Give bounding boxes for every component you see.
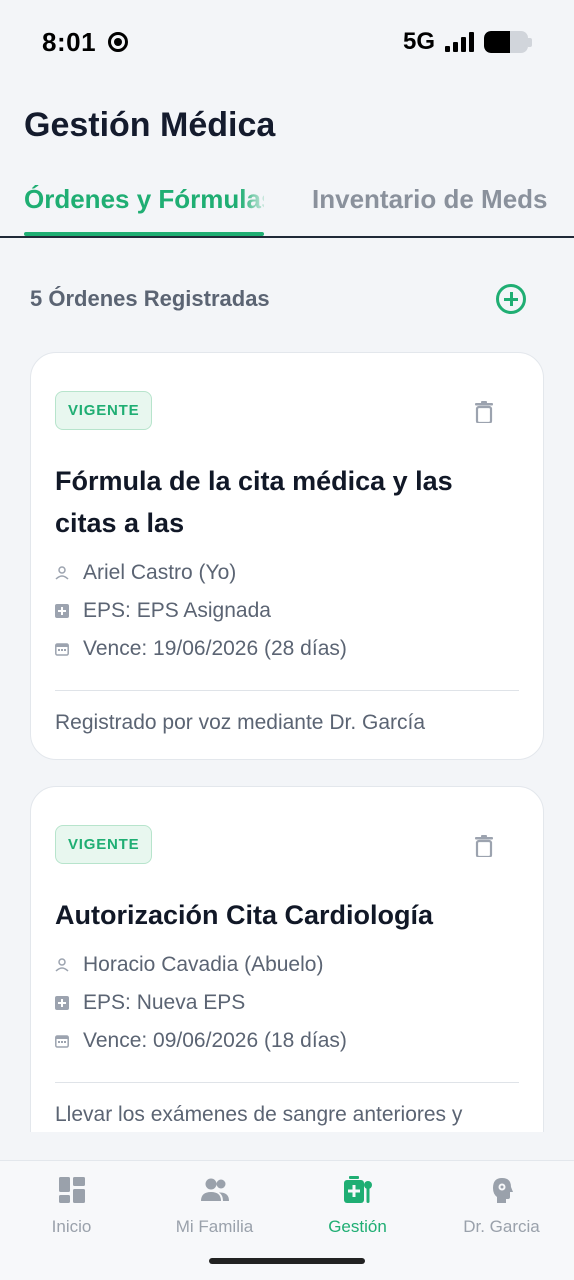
expiry-date: Vence: 09/06/2026 (18 días): [83, 1029, 347, 1052]
family-icon: [200, 1178, 229, 1201]
patient-row: Ariel Castro (Yo): [55, 554, 519, 592]
eps-name: EPS: EPS Asignada: [83, 599, 271, 622]
network-type: 5G: [402, 28, 435, 55]
tab-bar: Órdenes y Fórmulas Inventario de Meds: [0, 170, 574, 238]
order-meta: Horacio Cavadia (Abuelo) EPS: Nueva EPS …: [55, 946, 519, 1060]
add-order-button[interactable]: [496, 284, 526, 314]
home-indicator[interactable]: [209, 1258, 365, 1264]
eps-name: EPS: Nueva EPS: [83, 991, 246, 1014]
status-time: 8:01: [42, 26, 97, 57]
signal-icon: [445, 32, 474, 52]
status-badge: VIGENTE: [55, 825, 153, 864]
eps-row: EPS: Nueva EPS: [55, 984, 519, 1022]
active-tab-indicator: [24, 232, 264, 236]
patient-name: Ariel Castro (Yo): [83, 561, 237, 584]
order-note: Registrado por voz mediante Dr. García: [55, 711, 426, 734]
order-title: Fórmula de la cita médica y las citas a …: [55, 466, 453, 538]
order-card[interactable]: VIGENTE Autorización Cita Cardiología Ho…: [30, 786, 544, 1132]
person-icon: [55, 566, 69, 580]
medical-cross-icon: [55, 604, 69, 618]
status-badge: VIGENTE: [55, 391, 153, 430]
nav-label: Dr. Garcia: [463, 1217, 540, 1236]
medical-kit-icon: [343, 1176, 372, 1203]
dashboard-icon: [58, 1177, 85, 1203]
eps-row: EPS: EPS Asignada: [55, 592, 519, 630]
expiry-row: Vence: 19/06/2026 (28 días): [55, 630, 519, 668]
patient-row: Horacio Cavadia (Abuelo): [55, 946, 519, 984]
orders-list: VIGENTE Fórmula de la cita médica y las …: [30, 352, 544, 1132]
person-icon: [55, 958, 69, 972]
order-meta: Ariel Castro (Yo) EPS: EPS Asignada Venc…: [55, 554, 519, 668]
doctor-assistant-icon: [492, 1178, 513, 1203]
calendar-icon: [55, 643, 69, 656]
screen-record-icon: [108, 32, 129, 52]
status-left: 8:01: [42, 26, 129, 58]
delete-icon[interactable]: [475, 835, 493, 857]
nav-inicio[interactable]: Inicio: [0, 1175, 143, 1237]
expiry-row: Vence: 09/06/2026 (18 días): [55, 1022, 519, 1060]
nav-dr-garcia[interactable]: Dr. Garcia: [430, 1175, 573, 1237]
tab-fade: [240, 170, 270, 230]
nav-label: Gestión: [328, 1217, 387, 1236]
patient-name: Horacio Cavadia (Abuelo): [83, 953, 324, 976]
battery-icon: [484, 31, 532, 53]
nav-label: Inicio: [51, 1217, 92, 1236]
order-title: Autorización Cita Cardiología: [55, 900, 434, 930]
tab-ordenes-formulas[interactable]: Órdenes y Fórmulas: [24, 184, 264, 215]
nav-label: Mi Familia: [175, 1217, 254, 1236]
status-right: 5G: [403, 28, 532, 56]
status-bar: 8:01 5G: [0, 0, 574, 84]
tab-inventario-meds[interactable]: Inventario de Meds: [312, 184, 548, 215]
page-title: Gestión Médica: [24, 106, 276, 144]
delete-icon[interactable]: [475, 401, 493, 423]
order-note: Llevar los exámenes de sangre anteriores…: [55, 1103, 463, 1126]
nav-mi-familia[interactable]: Mi Familia: [143, 1175, 286, 1237]
expiry-date: Vence: 19/06/2026 (28 días): [83, 637, 347, 660]
calendar-icon: [55, 1035, 69, 1048]
list-header: 5 Órdenes Registradas: [30, 284, 526, 314]
medical-cross-icon: [55, 996, 69, 1010]
card-divider: [55, 690, 519, 691]
order-card[interactable]: VIGENTE Fórmula de la cita médica y las …: [30, 352, 544, 760]
orders-count: 5 Órdenes Registradas: [30, 286, 270, 311]
nav-gestion[interactable]: Gestión: [286, 1175, 429, 1237]
card-divider: [55, 1082, 519, 1083]
